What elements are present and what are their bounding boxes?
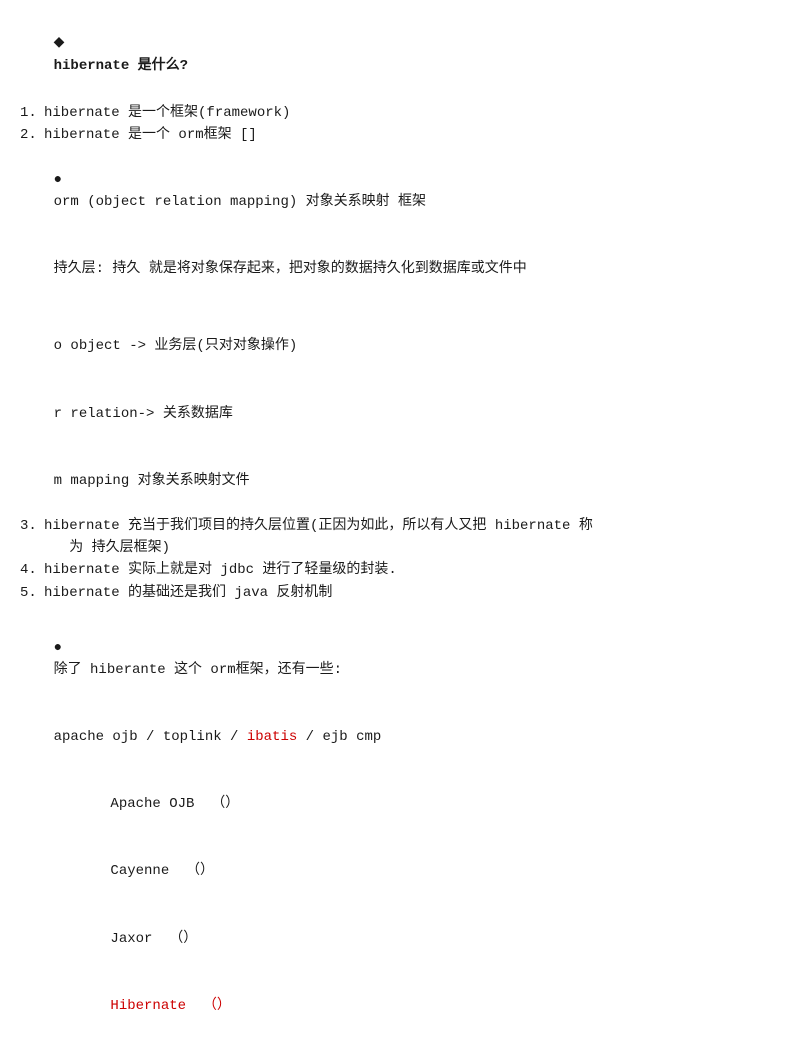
- m-mapping-line: m mapping 对象关系映射文件: [20, 447, 778, 514]
- bullet-other-text: 除了 hiberante 这个 orm框架，还有一些:: [54, 662, 342, 678]
- list-item-jaxor: Jaxor （）: [60, 905, 778, 972]
- item-5-text: hibernate 的基础还是我们 java 反射机制: [44, 582, 332, 604]
- apache-line: apache ojb / toplink / ibatis / ejb cmp: [20, 704, 778, 771]
- m-mapping-text: m mapping 对象关系映射文件: [54, 473, 250, 489]
- o-object-text: o object -> 业务层(只对对象操作): [54, 338, 298, 354]
- num-3: 3.: [20, 515, 44, 537]
- item-2-text: hibernate 是一个 orm框架 []: [44, 124, 257, 146]
- item-3: 3. hibernate 充当于我们项目的持久层位置(正因为如此，所以有人又把 …: [20, 515, 778, 560]
- heading-text: hibernate 是什么?: [54, 58, 188, 74]
- list-item-hibernate: Hibernate （）: [60, 972, 778, 1039]
- jaxor-text: Jaxor （）: [110, 931, 197, 947]
- diamond-icon: ◆: [54, 35, 65, 51]
- num-4: 4.: [20, 559, 44, 581]
- heading-line: ◆ hibernate 是什么?: [20, 10, 778, 100]
- persistence-content: 持久层: 持久 就是将对象保存起来，把对象的数据持久化到数据库或文件中: [54, 261, 527, 277]
- list-item-apacheojb: Apache OJB （）: [60, 771, 778, 838]
- blank-2: [20, 604, 778, 614]
- cayenne-text: Cayenne （）: [110, 863, 214, 879]
- bullet-orm: ● orm (object relation mapping) 对象关系映射 框…: [20, 146, 778, 236]
- item-4-text: hibernate 实际上就是对 jdbc 进行了轻量级的封装.: [44, 559, 397, 581]
- item-1-text: hibernate 是一个框架(framework): [44, 102, 290, 124]
- item-4: 4. hibernate 实际上就是对 jdbc 进行了轻量级的封装.: [20, 559, 778, 581]
- list-section: Apache OJB （） Cayenne （） Jaxor （） Hibern…: [20, 771, 778, 1060]
- hibernate-list-text: Hibernate （）: [110, 998, 230, 1014]
- bullet-icon-2: ●: [54, 640, 62, 656]
- apacheojb-text: Apache OJB （）: [110, 796, 239, 812]
- persistence-text: 持久层: 持久 就是将对象保存起来，把对象的数据持久化到数据库或文件中: [20, 236, 778, 303]
- r-relation-text: r relation-> 关系数据库: [54, 406, 233, 422]
- bullet-orm-text: orm (object relation mapping) 对象关系映射 框架: [54, 194, 426, 210]
- item-2: 2. hibernate 是一个 orm框架 []: [20, 124, 778, 146]
- ibatis-text: ibatis: [247, 729, 297, 745]
- item-1: 1. hibernate 是一个框架(framework): [20, 102, 778, 124]
- o-object-line: o object -> 业务层(只对对象操作): [20, 313, 778, 380]
- apache-text-part1: apache ojb / toplink /: [54, 729, 247, 745]
- num-1: 1.: [20, 102, 44, 124]
- list-item-cayenne: Cayenne （）: [60, 838, 778, 905]
- apache-text-part2: / ejb cmp: [297, 729, 381, 745]
- item-5: 5. hibernate 的基础还是我们 java 反射机制: [20, 582, 778, 604]
- blank-1: [20, 303, 778, 313]
- bullet-icon-1: ●: [54, 172, 62, 188]
- num-2: 2.: [20, 124, 44, 146]
- item-3-text: hibernate 充当于我们项目的持久层位置(正因为如此，所以有人又把 hib…: [44, 515, 593, 560]
- bullet-other-orm: ● 除了 hiberante 这个 orm框架，还有一些:: [20, 614, 778, 704]
- num-5: 5.: [20, 582, 44, 604]
- main-content: ◆ hibernate 是什么? 1. hibernate 是一个框架(fram…: [20, 10, 778, 1060]
- list-item-ibatis: iBatis （）: [60, 1040, 778, 1060]
- r-relation-line: r relation-> 关系数据库: [20, 380, 778, 447]
